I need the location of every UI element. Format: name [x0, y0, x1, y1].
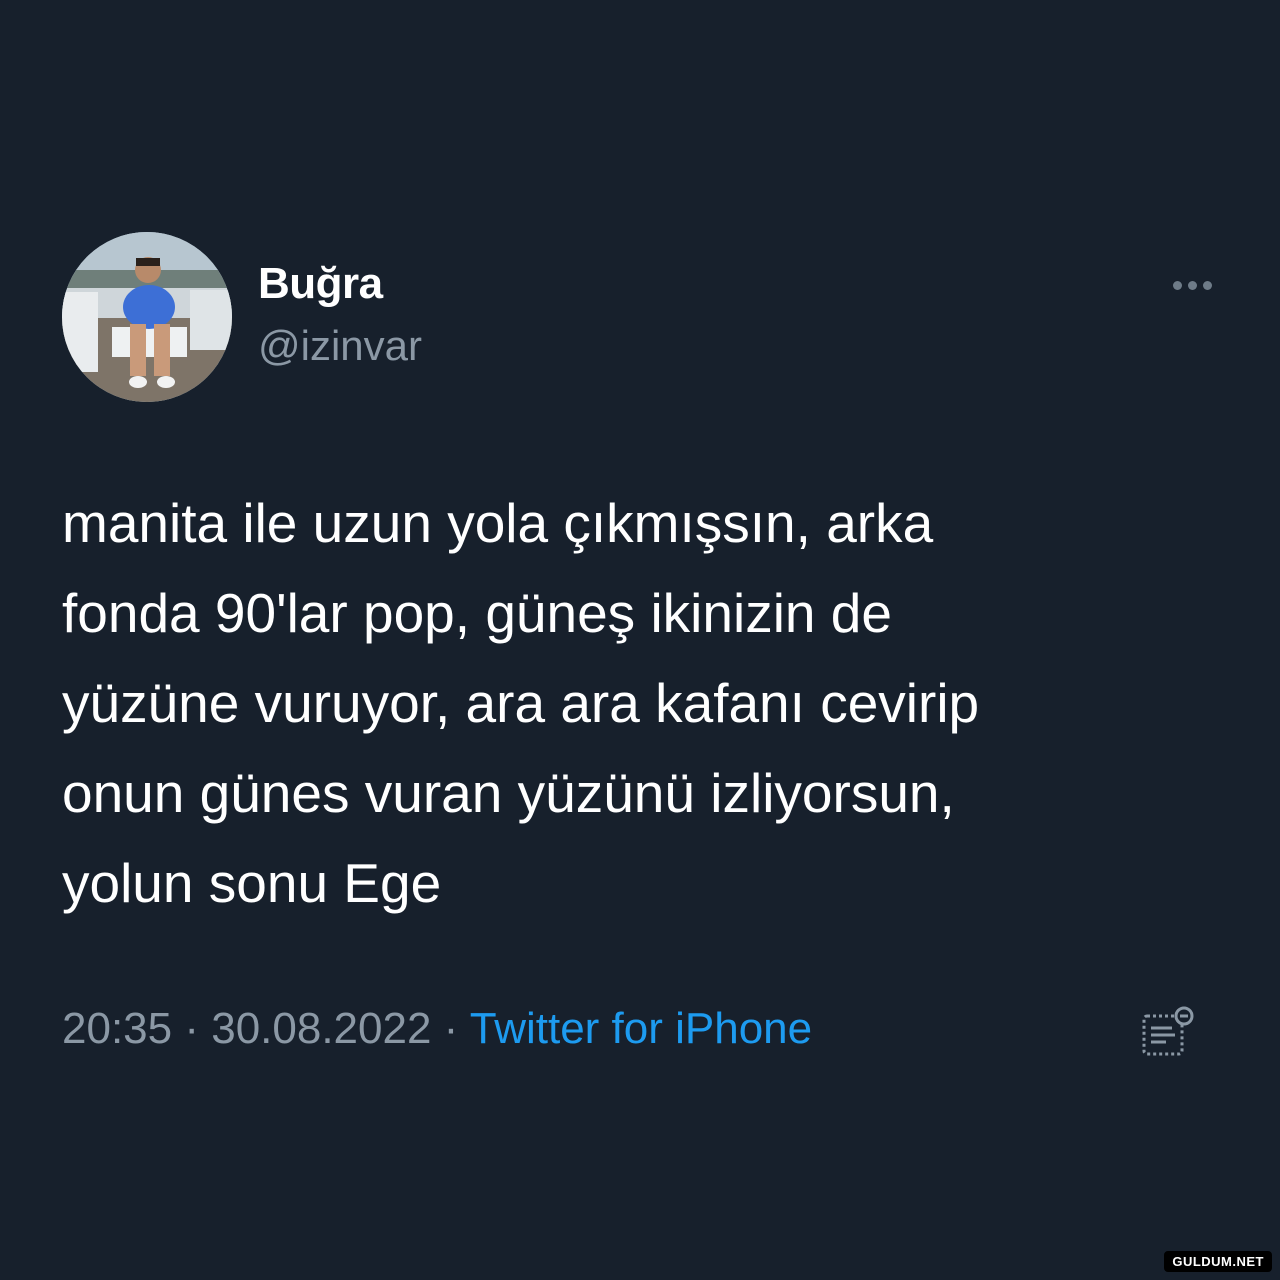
- more-horizontal-icon: [1187, 280, 1197, 290]
- profile-photo-image: [62, 232, 232, 402]
- tweet-text: manita ile uzun yola çıkmışsın, arka fon…: [62, 478, 1232, 928]
- tweet-metadata: 20:35 · 30.08.2022 · Twitter for iPhone: [62, 1004, 812, 1054]
- display-name[interactable]: Buğra: [258, 259, 383, 309]
- site-watermark: GULDUM.NET: [1164, 1251, 1272, 1272]
- tweet-text-line: manita ile uzun yola çıkmışsın, arka: [62, 492, 934, 554]
- more-horizontal-icon: [1172, 280, 1182, 290]
- tweet-text-line: onun günes vuran yüzünü izliyorsun,: [62, 762, 955, 824]
- tweet-time[interactable]: 20:35: [62, 1004, 172, 1053]
- tweet-text-line: yolun sonu Ege: [62, 852, 442, 914]
- meta-separator: ·: [431, 1004, 470, 1053]
- tweet-analytics-icon[interactable]: [1138, 1004, 1198, 1062]
- tweet-text-line: fonda 90'lar pop, güneş ikinizin de: [62, 582, 892, 644]
- more-options-button[interactable]: [1160, 268, 1224, 302]
- avatar[interactable]: [62, 232, 232, 402]
- meta-separator: ·: [172, 1004, 212, 1053]
- more-horizontal-icon: [1202, 280, 1212, 290]
- tweet-card: Buğra @izinvar manita ile uzun yola çıkm…: [0, 0, 1280, 1280]
- user-handle[interactable]: @izinvar: [258, 322, 422, 370]
- tweet-date[interactable]: 30.08.2022: [211, 1004, 431, 1053]
- tweet-text-line: yüzüne vuruyor, ara ara kafanı cevirip: [62, 672, 980, 734]
- tweet-source-link[interactable]: Twitter for iPhone: [470, 1004, 812, 1053]
